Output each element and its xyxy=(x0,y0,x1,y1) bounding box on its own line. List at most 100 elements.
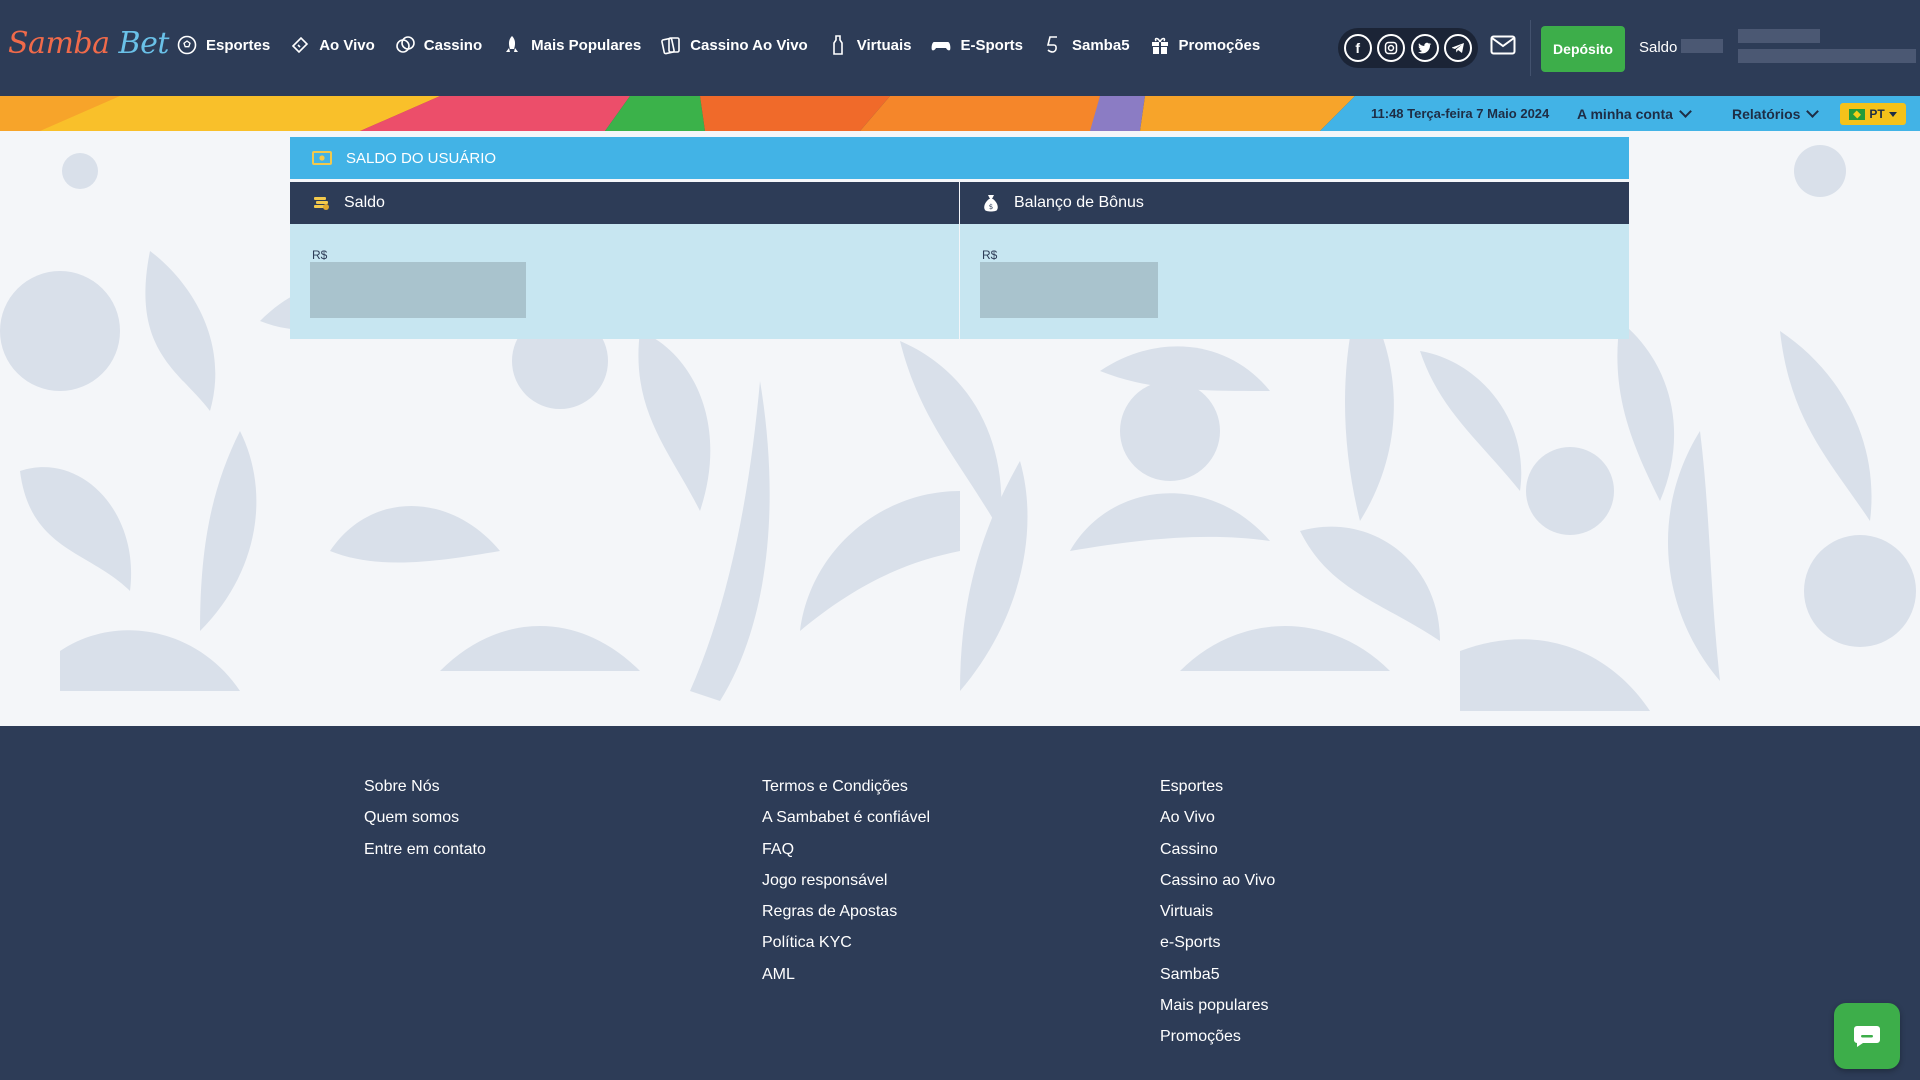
balance-currency: R$ xyxy=(312,248,328,262)
footer-link[interactable]: Jogo responsável xyxy=(762,872,930,903)
footer-column-legal: Termos e Condições A Sambabet é confiáve… xyxy=(762,778,930,997)
social-links: f xyxy=(1338,28,1478,68)
footer-link[interactable]: A Sambabet é confiável xyxy=(762,809,930,840)
balance-value-redacted xyxy=(1681,39,1723,53)
color-strip: 11:48 Terça-feira 7 Maio 2024 A minha co… xyxy=(0,96,1920,131)
footer-link[interactable]: Ao Vivo xyxy=(1160,809,1275,840)
footer-link[interactable]: e-Sports xyxy=(1160,934,1275,965)
bonus-title: Balanço de Bônus xyxy=(1014,194,1144,211)
samba5-icon xyxy=(1046,36,1057,53)
header-divider xyxy=(1530,20,1531,76)
svg-text:$: $ xyxy=(989,203,993,211)
mail-icon[interactable] xyxy=(1490,34,1516,56)
chevron-down-icon xyxy=(1806,105,1820,118)
gift-icon xyxy=(1151,37,1168,54)
footer-link[interactable]: Promoções xyxy=(1160,1028,1275,1059)
instagram-icon[interactable] xyxy=(1377,34,1406,62)
bottle-icon xyxy=(832,35,843,55)
footer-link[interactable]: Entre em contato xyxy=(364,841,486,872)
balance-label: Saldo xyxy=(1639,39,1678,56)
live-chat-button[interactable] xyxy=(1834,1003,1900,1069)
footer-link[interactable]: Quem somos xyxy=(364,809,486,840)
instagram-glyph xyxy=(1385,41,1398,55)
nav-label: Mais Populares xyxy=(531,36,642,54)
brazil-flag-icon xyxy=(1849,108,1866,120)
panel-title: SALDO DO USUÁRIO xyxy=(346,149,497,167)
ticket-icon xyxy=(292,36,309,54)
twitter-glyph xyxy=(1417,42,1432,54)
footer-link[interactable]: Sobre Nós xyxy=(364,778,486,809)
logo-text-samba: Samba xyxy=(8,26,110,61)
nav-label: Esportes xyxy=(206,36,271,54)
footer-link[interactable]: Samba5 xyxy=(1160,966,1275,997)
nav-item-esportes[interactable]: Esportes xyxy=(176,34,270,56)
nav-label: Ao Vivo xyxy=(319,36,375,54)
cash-icon xyxy=(312,151,332,165)
nav-item-e-sports[interactable]: E-Sports xyxy=(930,34,1023,56)
my-account-label: A minha conta xyxy=(1577,105,1673,122)
nav-label: Promoções xyxy=(1178,36,1261,54)
footer-link[interactable]: Esportes xyxy=(1160,778,1275,809)
account-id-redacted xyxy=(1738,49,1916,63)
nav-item-mais-populares[interactable]: Mais Populares xyxy=(501,34,641,56)
footer-link[interactable]: Virtuais xyxy=(1160,903,1275,934)
telegram-icon[interactable] xyxy=(1444,34,1473,62)
cards-icon xyxy=(661,37,680,55)
footer-link[interactable]: AML xyxy=(762,966,930,997)
nav-label: E-Sports xyxy=(960,36,1023,54)
language-selector[interactable]: PT xyxy=(1840,103,1906,125)
panel-header: SALDO DO USUÁRIO xyxy=(290,137,1629,179)
nav-item-samba5[interactable]: Samba5 xyxy=(1042,34,1130,56)
footer-link[interactable]: Regras de Apostas xyxy=(762,903,930,934)
facebook-icon[interactable]: f xyxy=(1343,34,1372,62)
telegram-glyph xyxy=(1452,43,1465,53)
balance-columns: Saldo R$ $ Balanço de Bônus R$ xyxy=(290,182,1629,339)
user-balance-panel: SALDO DO USUÁRIO Saldo R$ $ Balanço de B… xyxy=(290,137,1629,339)
site-footer: Sobre Nós Quem somos Entre em contato Te… xyxy=(0,726,1920,1080)
nav-label: Cassino xyxy=(423,36,483,54)
caret-down-icon xyxy=(1888,111,1897,117)
chat-bubble-icon xyxy=(1854,1026,1880,1047)
bonus-column: $ Balanço de Bônus R$ xyxy=(960,182,1629,339)
nav-label: Samba5 xyxy=(1072,36,1130,54)
balance-amount-redacted xyxy=(310,262,526,318)
logo-text-bet: Bet xyxy=(118,26,170,61)
chips-icon xyxy=(395,36,415,53)
bonus-header: $ Balanço de Bônus xyxy=(960,182,1629,224)
nav-item-cassino[interactable]: Cassino xyxy=(394,34,482,56)
nav-item-ao-vivo[interactable]: Ao Vivo xyxy=(289,34,375,56)
twitter-icon[interactable] xyxy=(1410,34,1439,62)
username-redacted xyxy=(1738,29,1820,43)
main-nav: Esportes Ao Vivo Cassino Mais Populares … xyxy=(176,34,1279,56)
balance-title: Saldo xyxy=(344,194,385,211)
footer-link[interactable]: Cassino xyxy=(1160,841,1275,872)
coins-stack-icon xyxy=(314,197,329,210)
reports-dropdown[interactable]: Relatórios xyxy=(1732,96,1820,131)
deposit-button[interactable]: Depósito xyxy=(1541,26,1625,72)
footer-column-about: Sobre Nós Quem somos Entre em contato xyxy=(364,778,486,872)
footer-link[interactable]: Termos e Condições xyxy=(762,778,930,809)
bonus-body: R$ xyxy=(960,224,1629,339)
footer-link[interactable]: Mais populares xyxy=(1160,997,1275,1028)
chevron-down-icon xyxy=(1679,105,1692,118)
top-header: Samba Bet Esportes Ao Vivo Cassino Mais … xyxy=(0,0,1920,96)
footer-link[interactable]: Cassino ao Vivo xyxy=(1160,872,1275,903)
footer-link[interactable]: Política KYC xyxy=(762,934,930,965)
nav-item-cassino-ao-vivo[interactable]: Cassino Ao Vivo xyxy=(660,34,808,56)
footer-column-products: Esportes Ao Vivo Cassino Cassino ao Vivo… xyxy=(1160,778,1275,1060)
gamepad-icon xyxy=(932,42,951,51)
logo-space xyxy=(109,26,118,61)
bonus-currency: R$ xyxy=(982,248,998,262)
nav-item-virtuais[interactable]: Virtuais xyxy=(827,34,912,56)
nav-label: Virtuais xyxy=(856,36,912,54)
money-bag-icon: $ xyxy=(984,195,998,212)
nav-label: Cassino Ao Vivo xyxy=(690,36,808,54)
my-account-dropdown[interactable]: A minha conta xyxy=(1577,96,1692,131)
footer-link[interactable]: FAQ xyxy=(762,841,930,872)
main-content: SALDO DO USUÁRIO Saldo R$ $ Balanço de B… xyxy=(0,131,1920,726)
nav-item-promocoes[interactable]: Promoções xyxy=(1149,34,1261,56)
balance-body: R$ xyxy=(290,224,959,339)
balance-column: Saldo R$ xyxy=(290,182,959,339)
sambabet-logo[interactable]: Samba Bet xyxy=(8,26,169,61)
soccer-ball-icon xyxy=(177,35,197,55)
